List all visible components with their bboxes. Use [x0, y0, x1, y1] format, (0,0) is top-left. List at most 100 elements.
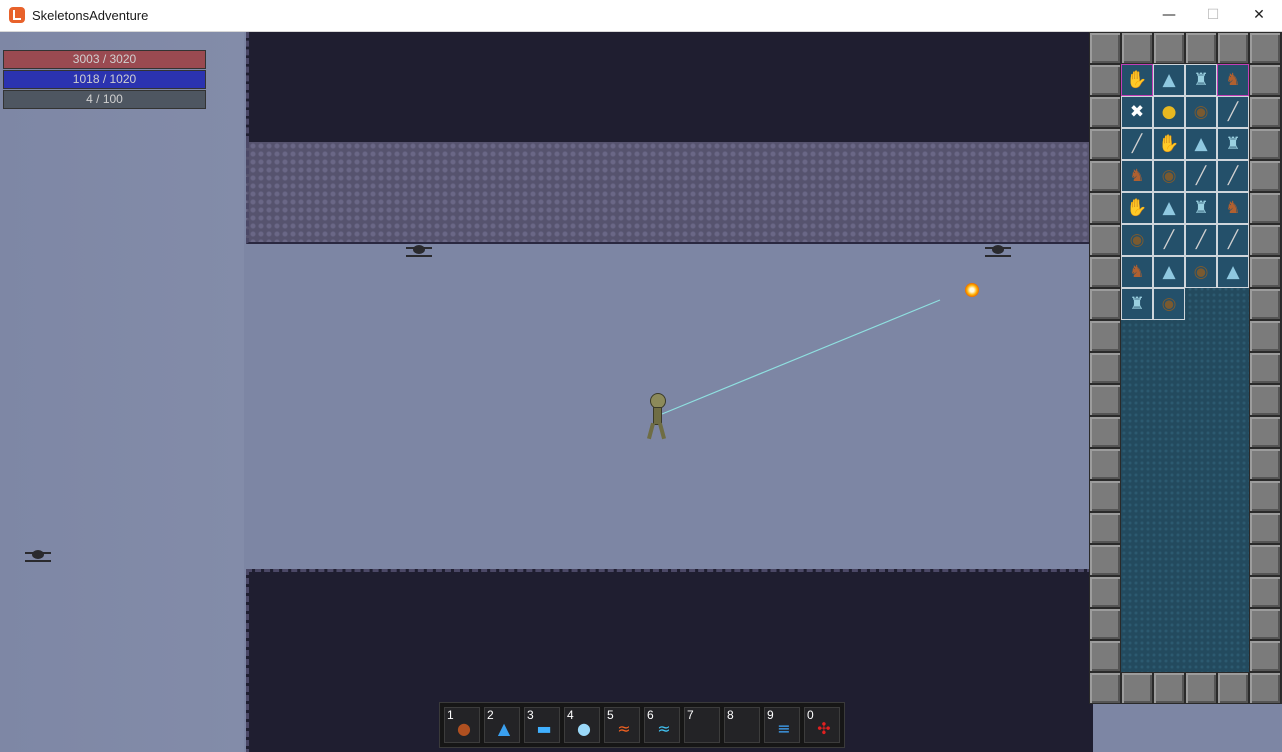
spell-hotbar: 1 ● 2 ▲ 3 ▬ 4 ● 5 ≈6 ≈ 7 8 9 ≡ 0 ✣: [439, 702, 845, 748]
sword-icon: ╱: [1227, 102, 1239, 122]
inventory-slot[interactable]: ♞: [1217, 192, 1249, 224]
inventory-slot[interactable]: ╱: [1217, 160, 1249, 192]
laser-line: [661, 299, 941, 415]
boots-icon: ♞: [1225, 198, 1241, 218]
hotbar-slot-8[interactable]: 8: [724, 707, 760, 743]
inventory-frame-tile: [1089, 192, 1121, 224]
close-button[interactable]: ✕: [1236, 0, 1282, 31]
inventory-slot[interactable]: ♞: [1121, 160, 1153, 192]
inventory-frame-tile: [1249, 576, 1281, 608]
hotbar-slot-2[interactable]: 2 ▲: [484, 707, 520, 743]
inventory-slot[interactable]: ♜: [1121, 288, 1153, 320]
maximize-button[interactable]: ☐: [1190, 0, 1236, 31]
hotbar-slot-4[interactable]: 4 ●: [564, 707, 600, 743]
hotbar-key-label: 8: [727, 708, 734, 722]
inventory-slot[interactable]: ♜: [1185, 192, 1217, 224]
inventory-slot[interactable]: ✋: [1121, 64, 1153, 96]
inventory-frame-tile: [1249, 160, 1281, 192]
inventory-frame-tile: [1121, 32, 1153, 64]
shield-icon: ◉: [1161, 166, 1177, 186]
inventory-slot[interactable]: ◉: [1153, 288, 1185, 320]
inventory-frame-tile: [1089, 96, 1121, 128]
inventory-frame-tile: [1217, 32, 1249, 64]
inventory-frame-tile: [1089, 288, 1121, 320]
inventory-slot[interactable]: ╱: [1153, 224, 1185, 256]
laser-beam: [661, 299, 941, 415]
boots-icon: ♞: [1129, 166, 1145, 186]
shield-icon: ◉: [1193, 262, 1209, 282]
inventory-slot[interactable]: ♞: [1217, 64, 1249, 96]
sword-icon: ╱: [1163, 230, 1175, 250]
shield-icon: ◉: [1161, 294, 1177, 314]
frost-orb-icon: ●: [577, 719, 591, 738]
inventory-slot[interactable]: ▲: [1185, 128, 1217, 160]
shield-icon: ◉: [1129, 230, 1145, 250]
boots-icon: ♞: [1129, 262, 1145, 282]
inventory-slot[interactable]: ✋: [1153, 128, 1185, 160]
inventory-frame-tile: [1249, 480, 1281, 512]
inventory-slot[interactable]: ▲: [1153, 192, 1185, 224]
inventory-frame-tile: [1089, 352, 1121, 384]
fireball-projectile: [965, 283, 979, 297]
inventory-slot[interactable]: ♜: [1185, 64, 1217, 96]
inventory-frame-tile: [1121, 672, 1153, 704]
game-viewport[interactable]: 3003 / 3020 1018 / 1020 4 / 100 ✋ ▲ ♜ ♞ ✖ ● ◉ ╱…: [0, 32, 1282, 752]
inventory-panel: ✋ ▲ ♜ ♞ ✖ ● ◉ ╱ ╱ ✋ ▲ ♜ ♞ ◉ ╱ ╱ ✋ ▲ ♜ ♞ ◉ ╱ ╱ ╱ ♞ ▲ ◉ ▲ ♜ ◉: [1089, 32, 1282, 704]
inventory-slot[interactable]: ◉: [1185, 96, 1217, 128]
inventory-slot[interactable]: ╱: [1121, 128, 1153, 160]
inventory-slot[interactable]: ╱: [1217, 96, 1249, 128]
glove-icon: ✋: [1158, 134, 1180, 154]
hotbar-slot-3[interactable]: 3 ▬: [524, 707, 560, 743]
inventory-slot[interactable]: ◉: [1185, 256, 1217, 288]
inventory-slot[interactable]: ▲: [1217, 256, 1249, 288]
inventory-frame-tile: [1089, 224, 1121, 256]
minimize-button[interactable]: —: [1146, 0, 1192, 31]
inventory-frame-tile: [1217, 672, 1249, 704]
hotbar-slot-0[interactable]: 0 ✣: [804, 707, 840, 743]
inventory-slot[interactable]: ▲: [1153, 64, 1185, 96]
inventory-slot[interactable]: ✋: [1121, 192, 1153, 224]
inventory-slot[interactable]: ◉: [1121, 224, 1153, 256]
gold-coins-icon: ●: [1161, 102, 1177, 122]
inventory-frame-tile: [1249, 256, 1281, 288]
multi-bolt-icon: ≡: [777, 719, 791, 738]
inventory-slot[interactable]: ╱: [1217, 224, 1249, 256]
inventory-frame-tile: [1089, 64, 1121, 96]
crossbones-icon: ✖: [1129, 102, 1145, 122]
inventory-slot[interactable]: ◉: [1153, 160, 1185, 192]
inventory-frame-tile: [1185, 672, 1217, 704]
skeleton-leg: [657, 422, 667, 440]
inventory-frame-tile: [1249, 608, 1281, 640]
inventory-frame-tile: [1249, 224, 1281, 256]
inventory-slot[interactable]: ✖: [1121, 96, 1153, 128]
inventory-slot[interactable]: ▲: [1153, 256, 1185, 288]
wizard-hat-icon: ▲: [1162, 70, 1176, 90]
inventory-frame-tile: [1249, 512, 1281, 544]
sword-icon: ╱: [1227, 230, 1239, 250]
inventory-slot[interactable]: ╱: [1185, 160, 1217, 192]
inventory-frame-tile: [1249, 32, 1281, 64]
inventory-frame-tile: [1089, 672, 1121, 704]
inventory-frame-tile: [1089, 32, 1121, 64]
glove-icon: ✋: [1126, 70, 1148, 90]
hotbar-slot-1[interactable]: 1 ●: [444, 707, 480, 743]
inventory-slot[interactable]: ♞: [1121, 256, 1153, 288]
hotbar-slot-7[interactable]: 7: [684, 707, 720, 743]
hotbar-slot-6[interactable]: 6 ≈: [644, 707, 680, 743]
inventory-frame-tile: [1089, 448, 1121, 480]
glove-icon: ✋: [1126, 198, 1148, 218]
wizard-hat-icon: ▲: [1162, 262, 1176, 282]
water-splash-icon: ▲: [497, 719, 511, 738]
inventory-frame-tile: [1153, 672, 1185, 704]
inventory-frame-tile: [1185, 32, 1217, 64]
hotbar-slot-5[interactable]: 5 ≈: [604, 707, 640, 743]
inventory-slot[interactable]: ●: [1153, 96, 1185, 128]
hotbar-slot-9[interactable]: 9 ≡: [764, 707, 800, 743]
inventory-frame-tile: [1249, 416, 1281, 448]
inventory-frame-tile: [1249, 448, 1281, 480]
inventory-frame-tile: [1089, 416, 1121, 448]
skeleton-leg: [646, 422, 656, 440]
inventory-slot[interactable]: ♜: [1217, 128, 1249, 160]
sword-icon: ╱: [1227, 166, 1239, 186]
inventory-slot[interactable]: ╱: [1185, 224, 1217, 256]
